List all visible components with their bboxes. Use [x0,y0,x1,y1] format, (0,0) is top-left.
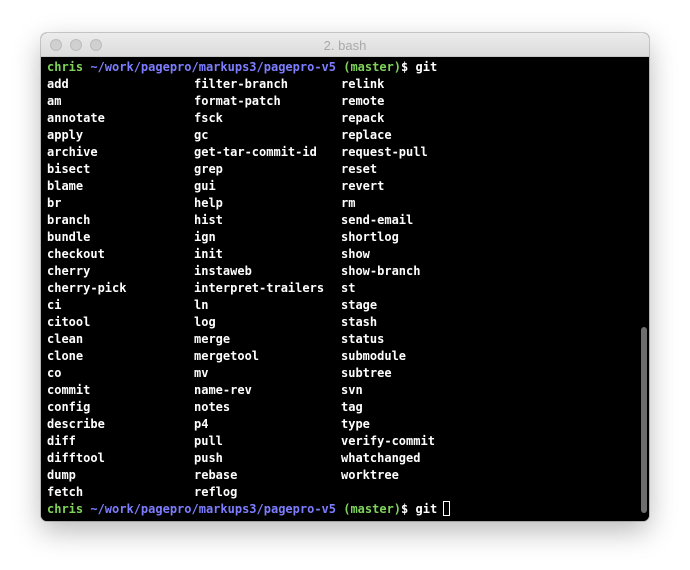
completion-item: reflog [194,485,238,499]
completion-item: format-patch [194,94,281,108]
completion-item: cherry [47,264,91,278]
completion-item: gc [194,128,209,142]
completion-item: interpret-trailers [194,281,325,295]
completion-item: diff [47,434,76,448]
completion-item: citool [47,315,91,329]
completion-item: ln [194,298,209,312]
completion-item: checkout [47,247,105,261]
completion-item: p4 [194,417,209,431]
prompt-symbol: $ [401,502,409,516]
prompt-symbol: $ [401,60,409,74]
prompt-user: chris [47,502,84,516]
completion-item: clone [47,349,84,363]
completion-item: relink [341,77,385,91]
completion-item: cherry-pick [47,281,127,295]
text-cursor [443,501,451,516]
completion-item: bundle [47,230,91,244]
completion-item: stage [341,298,378,312]
completion-item: clean [47,332,84,346]
completion-item: mv [194,366,209,380]
completion-item: apply [47,128,84,142]
completion-item: blame [47,179,84,193]
completion-item: fetch [47,485,84,499]
completion-item: ci [47,298,62,312]
completion-item: pull [194,434,223,448]
completion-item: annotate [47,111,105,125]
prompt-line-current: chris ~/work/pagepro/markups3/pagepro-v5… [47,501,451,518]
completion-item: bisect [47,162,91,176]
completion-item: br [47,196,62,210]
completion-item: status [341,332,385,346]
prompt-branch: (master) [343,60,402,74]
completion-item: filter-branch [194,77,288,91]
completion-item: worktree [341,468,399,482]
prompt-line-first: chris ~/work/pagepro/markups3/pagepro-v5… [47,59,437,76]
completion-item: push [194,451,223,465]
completion-item: rebase [194,468,238,482]
completion-item: get-tar-commit-id [194,145,317,159]
completion-item: send-email [341,213,414,227]
completion-item: config [47,400,91,414]
completion-item: ign [194,230,216,244]
completion-item: replace [341,128,392,142]
terminal-output[interactable]: chris ~/work/pagepro/markups3/pagepro-v5… [41,57,649,521]
prompt-user: chris [47,60,84,74]
completion-item: mergetool [194,349,260,363]
completion-item: type [341,417,370,431]
completion-item: instaweb [194,264,252,278]
completion-item: hist [194,213,223,227]
completion-item: merge [194,332,231,346]
completion-item: stash [341,315,378,329]
completion-item: remote [341,94,385,108]
completion-item: svn [341,383,363,397]
prompt-path: ~/work/pagepro/markups3/pagepro-v5 [90,502,336,516]
completion-item: help [194,196,223,210]
completion-item: init [194,247,223,261]
prompt-path: ~/work/pagepro/markups3/pagepro-v5 [90,60,336,74]
completion-item: describe [47,417,105,431]
completion-item: request-pull [341,145,428,159]
completion-item: am [47,94,62,108]
completion-item: add [47,77,69,91]
completion-item: whatchanged [341,451,421,465]
completion-item: show [341,247,370,261]
completion-item: show-branch [341,264,421,278]
completion-item: subtree [341,366,392,380]
prompt-branch: (master) [343,502,402,516]
completion-item: st [341,281,356,295]
title-bar[interactable]: 2. bash [41,33,649,57]
completion-item: repack [341,111,385,125]
completion-item: revert [341,179,385,193]
completion-item: archive [47,145,98,159]
completion-item: grep [194,162,223,176]
completion-item: rm [341,196,356,210]
completion-item: log [194,315,216,329]
completion-item: dump [47,468,76,482]
completion-item: tag [341,400,363,414]
typed-command: git [415,60,438,74]
scrollbar-thumb[interactable] [641,327,647,513]
completion-item: submodule [341,349,407,363]
terminal-window: 2. bash chris ~/work/pagepro/markups3/pa… [41,33,649,521]
completion-item: fsck [194,111,223,125]
completion-item: difftool [47,451,105,465]
completion-item: verify-commit [341,434,435,448]
window-title: 2. bash [323,38,367,53]
completion-item: notes [194,400,231,414]
current-input[interactable]: git [416,502,438,516]
completion-item: name-rev [194,383,252,397]
completion-item: branch [47,213,91,227]
completion-item: commit [47,383,91,397]
completion-item: co [47,366,62,380]
completion-item: shortlog [341,230,399,244]
completion-item: reset [341,162,378,176]
completion-item: gui [194,179,216,193]
